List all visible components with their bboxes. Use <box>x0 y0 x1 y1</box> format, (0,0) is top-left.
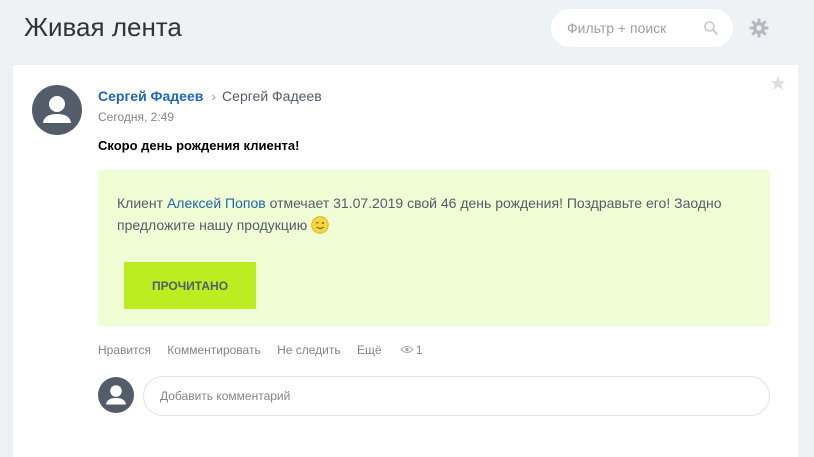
like-button[interactable]: Нравится <box>98 343 151 357</box>
comment-placeholder: Добавить комментарий <box>160 389 291 403</box>
more-button[interactable]: Ещё <box>357 343 382 357</box>
author-line: Сергей Фадеев › Сергей Фадеев <box>98 88 322 104</box>
star-icon[interactable] <box>770 75 786 91</box>
comment-button[interactable]: Комментировать <box>167 343 260 357</box>
chevron-right-icon: › <box>211 88 217 104</box>
search-placeholder: Фильтр + поиск <box>567 20 667 36</box>
notice-text: Клиент Алексей Попов отмечает 31.07.2019… <box>117 192 757 236</box>
mark-read-button[interactable]: ПРОЧИТАНО <box>124 262 256 309</box>
current-user-avatar <box>98 377 134 413</box>
post-date[interactable]: Сегодня, 2:49 <box>98 110 174 124</box>
smiley-icon <box>311 216 329 234</box>
client-link[interactable]: Алексей Попов <box>167 195 266 211</box>
views-count: 1 <box>415 343 423 357</box>
search-icon[interactable] <box>703 20 719 36</box>
add-comment-input[interactable]: Добавить комментарий <box>143 376 770 416</box>
notice-prefix: Клиент <box>117 195 167 211</box>
author-link[interactable]: Сергей Фадеев <box>98 88 203 104</box>
recipient-name[interactable]: Сергей Фадеев <box>222 88 322 104</box>
eye-icon <box>400 345 414 354</box>
post-actions: Нравится Комментировать Не следить Ещё 1 <box>98 343 423 357</box>
author-avatar[interactable] <box>32 85 82 135</box>
gear-icon[interactable] <box>749 18 769 38</box>
post-title: Скоро день рождения клиента! <box>98 138 300 153</box>
page-title: Живая лента <box>24 12 182 42</box>
search-filter-input[interactable]: Фильтр + поиск <box>551 9 733 47</box>
user-avatar-icon <box>106 385 126 405</box>
feed-post: Сергей Фадеев › Сергей Фадеев Сегодня, 2:4… <box>13 65 798 457</box>
birthday-notice: Клиент Алексей Попов отмечает 31.07.2019… <box>98 170 770 326</box>
user-avatar-icon <box>43 96 71 123</box>
unfollow-button[interactable]: Не следить <box>277 343 341 357</box>
